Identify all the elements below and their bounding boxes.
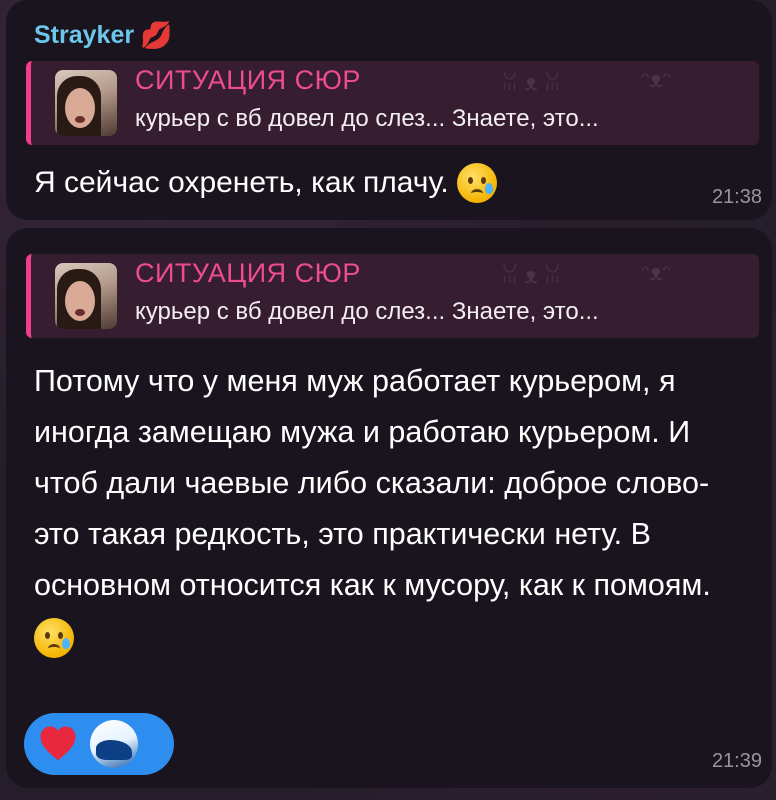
reply-preview[interactable]: ꈍ ᴥ ꈍ ᵔᴥᵔ СИТУАЦИЯ СЮР курьер с вб довел…	[26, 61, 759, 145]
decor-icon: ꈍ ᴥ ꈍ	[501, 263, 561, 288]
message-time: 21:39	[711, 750, 762, 772]
reply-thumbnail	[55, 263, 117, 329]
message-text-content: Потому что у меня муж работает курьером,…	[34, 364, 711, 602]
reply-title: СИТУАЦИЯ СЮР	[135, 65, 361, 95]
avatar	[90, 720, 138, 768]
crying-face-icon	[34, 617, 74, 658]
lips-icon: 💋	[140, 20, 173, 50]
message-text-content: Я сейчас охренеть, как плачу.	[34, 166, 449, 199]
reply-text: курьер с вб довел до слез... Знаете, это…	[135, 105, 599, 132]
message-bubble[interactable]: ꈍ ᴥ ꈍ ᵔᴥᵔ СИТУАЦИЯ СЮР курьер с вб довел…	[6, 228, 772, 788]
decor-icon: ᵔᴥᵔ	[641, 67, 671, 92]
message-text: Я сейчас охренеть, как плачу.	[34, 163, 497, 203]
reply-title: СИТУАЦИЯ СЮР	[135, 258, 361, 288]
reply-text: курьер с вб довел до слез... Знаете, это…	[135, 298, 599, 325]
message-time: 21:38	[711, 186, 762, 208]
decor-icon: ꈍ ᴥ ꈍ	[501, 70, 561, 95]
sender-label[interactable]: Strayker	[34, 21, 134, 50]
message-bubble[interactable]: Strayker 💋 ꈍ ᴥ ꈍ ᵔᴥᵔ СИТУАЦИЯ СЮР курьер…	[6, 0, 772, 220]
decor-icon: ᵔᴥᵔ	[641, 260, 671, 285]
reply-preview[interactable]: ꈍ ᴥ ꈍ ᵔᴥᵔ СИТУАЦИЯ СЮР курьер с вб довел…	[26, 254, 759, 338]
heart-icon	[40, 726, 76, 761]
sender-name[interactable]: Strayker 💋	[34, 20, 172, 51]
message-text: Потому что у меня муж работает курьером,…	[34, 356, 749, 662]
crying-face-icon	[456, 163, 497, 203]
reaction-chip[interactable]	[24, 713, 174, 775]
reply-thumbnail	[55, 70, 117, 136]
